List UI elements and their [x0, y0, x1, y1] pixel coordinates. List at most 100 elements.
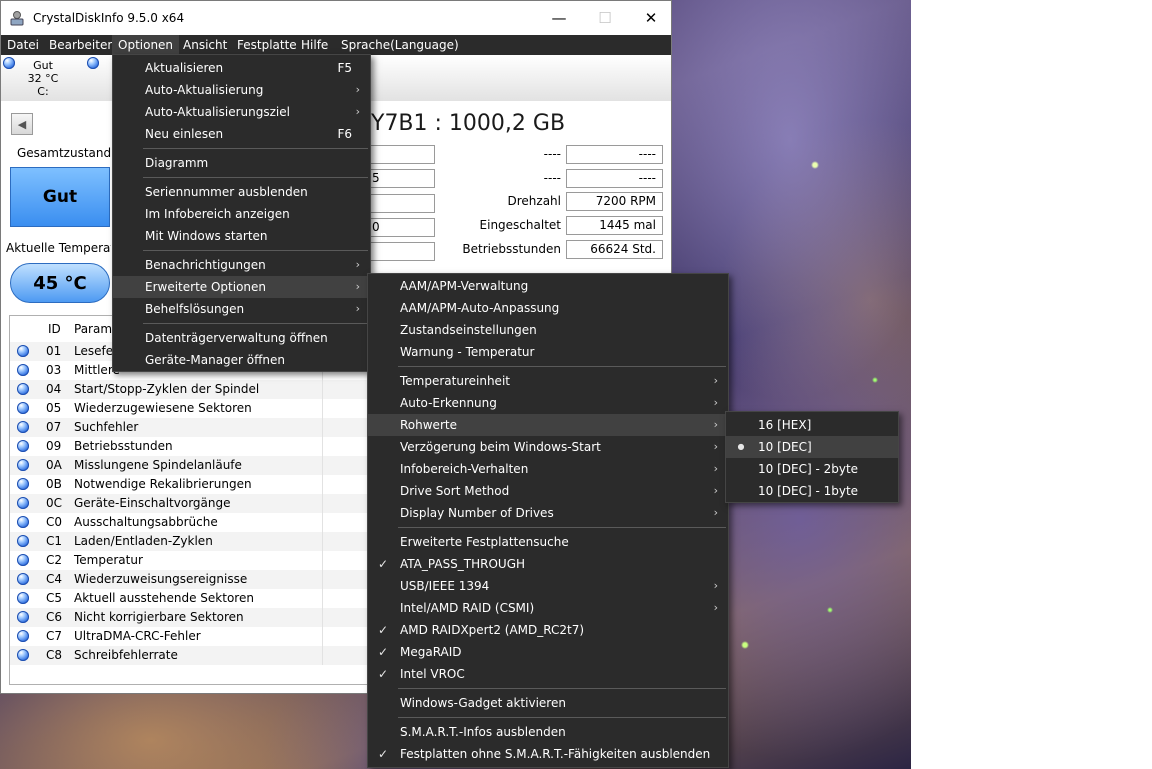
temperature-badge[interactable]: 45 °C [10, 263, 110, 303]
erweitert-menu-item[interactable]: AAM/APM-Auto-Anpassung [368, 297, 728, 319]
table-row[interactable]: C7 UltraDMA-CRC-Fehler [10, 627, 368, 646]
table-row[interactable]: C2 Temperatur [10, 551, 368, 570]
erweitert-menu-item[interactable]: ✓ AMD RAIDXpert2 (AMD_RC2t7) [368, 619, 728, 641]
menu-item-label: AMD RAIDXpert2 (AMD_RC2t7) [400, 623, 585, 637]
previous-drive-button[interactable]: ◀ [11, 113, 33, 135]
rohwerte-menu-item[interactable]: 10 [DEC] - 2byte [726, 458, 898, 480]
erweitert-menu-item[interactable]: AAM/APM-Verwaltung [368, 275, 728, 297]
erweitert-menu-item[interactable]: Infobereich-Verhalten › [368, 458, 728, 480]
erweitert-menu-item[interactable]: Verzögerung beim Windows-Start › [368, 436, 728, 458]
column-divider [322, 570, 323, 589]
attribute-id: 05 [46, 401, 62, 415]
submenu-arrow-icon: › [713, 440, 718, 453]
menu-hilfe[interactable]: Hilfe [295, 35, 334, 55]
table-row[interactable]: C6 Nicht korrigierbare Sektoren [10, 608, 368, 627]
info-label: Betriebsstunden [462, 242, 561, 256]
table-row[interactable]: C1 Laden/Entladen-Zyklen [10, 532, 368, 551]
erweitert-menu-item[interactable]: Temperatureinheit › [368, 370, 728, 392]
erweitert-menu-item[interactable]: Zustandseinstellungen [368, 319, 728, 341]
status-dot-icon [17, 611, 29, 623]
menu-item-label: Windows-Gadget aktivieren [400, 696, 566, 710]
attribute-name: Start/Stopp-Zyklen der Spindel [74, 382, 260, 396]
optionen-menu-item[interactable]: Seriennummer ausblenden [113, 181, 370, 203]
table-row[interactable]: 07 Suchfehler [10, 418, 368, 437]
erweitert-menu-item[interactable]: Intel/AMD RAID (CSMI) › [368, 597, 728, 619]
column-divider [322, 551, 323, 570]
table-row[interactable]: 09 Betriebsstunden [10, 437, 368, 456]
erweitert-menu-item[interactable]: Erweiterte Festplattensuche [368, 531, 728, 553]
table-row[interactable]: C8 Schreibfehlerrate [10, 646, 368, 665]
status-dot-icon [17, 630, 29, 642]
table-row[interactable]: 0B Notwendige Rekalibrierungen [10, 475, 368, 494]
health-status-badge[interactable]: Gut [10, 167, 110, 227]
status-dot-icon [17, 554, 29, 566]
power-on-hours-value: 66624 Std. [566, 240, 663, 259]
optionen-menu-item[interactable]: Diagramm [113, 152, 370, 174]
erweitert-menu-item[interactable]: Windows-Gadget aktivieren [368, 692, 728, 714]
menu-ansicht[interactable]: Ansicht [177, 35, 233, 55]
erweitert-menu-item[interactable]: Auto-Erkennung › [368, 392, 728, 414]
menu-bearbeiten[interactable]: Bearbeiten [43, 35, 121, 55]
table-row[interactable]: 0C Geräte-Einschaltvorgänge [10, 494, 368, 513]
column-id[interactable]: ID [48, 322, 61, 336]
table-row[interactable]: 0A Misslungene Spindelanläufe [10, 456, 368, 475]
optionen-menu-item[interactable]: Benachrichtigungen › [113, 254, 370, 276]
attribute-name: Nicht korrigierbare Sektoren [74, 610, 244, 624]
menu-separator [143, 177, 368, 178]
drive-tab-c[interactable]: Gut 32 °C C: [1, 55, 85, 101]
column-divider [322, 399, 323, 418]
erweitert-menu-item[interactable]: USB/IEEE 1394 › [368, 575, 728, 597]
optionen-menu-item[interactable]: Auto-Aktualisierungsziel › [113, 101, 370, 123]
erweiterte-optionen-menu: AAM/APM-Verwaltung AAM/APM-Auto-Anpassung… [367, 273, 729, 768]
erweitert-menu-item[interactable]: Rohwerte › [368, 414, 728, 436]
attribute-id: C0 [46, 515, 63, 529]
erweitert-menu-item[interactable]: ✓ ATA_PASS_THROUGH [368, 553, 728, 575]
optionen-menu-item[interactable]: Auto-Aktualisierung › [113, 79, 370, 101]
rohwerte-menu-item[interactable]: 16 [HEX] [726, 414, 898, 436]
maximize-button[interactable]: ☐ [582, 1, 628, 35]
info-row: ---- [441, 169, 561, 188]
rohwerte-menu-item[interactable]: ● 10 [DEC] [726, 436, 898, 458]
status-dot-icon [3, 57, 15, 69]
optionen-menu-item[interactable]: Im Infobereich anzeigen [113, 203, 370, 225]
submenu-arrow-icon: › [713, 418, 718, 431]
erweitert-menu-item[interactable]: S.M.A.R.T.-Infos ausblenden [368, 721, 728, 743]
table-row[interactable]: C5 Aktuell ausstehende Sektoren [10, 589, 368, 608]
menu-item-label: Seriennummer ausblenden [145, 185, 308, 199]
submenu-arrow-icon: › [355, 83, 360, 96]
erweitert-menu-item[interactable]: Warnung - Temperatur [368, 341, 728, 363]
menu-festplatte[interactable]: Festplatte [231, 35, 303, 55]
attribute-id: C7 [46, 629, 63, 643]
menu-shortcut: F5 [337, 61, 352, 75]
menu-optionen[interactable]: Optionen [112, 35, 180, 55]
rohwerte-menu-item[interactable]: 10 [DEC] - 1byte [726, 480, 898, 502]
submenu-arrow-icon: › [355, 302, 360, 315]
optionen-menu-item[interactable]: Neu einlesen F6 [113, 123, 370, 145]
erweitert-menu-item[interactable]: ✓ Intel VROC [368, 663, 728, 685]
close-button[interactable]: ✕ [628, 1, 674, 35]
erweitert-menu-item[interactable]: ✓ MegaRAID [368, 641, 728, 663]
table-row[interactable]: 04 Start/Stopp-Zyklen der Spindel [10, 380, 368, 399]
menu-sprache[interactable]: Sprache(Language) [335, 35, 465, 55]
submenu-arrow-icon: › [355, 105, 360, 118]
table-row[interactable]: 05 Wiederzugewiesene Sektoren [10, 399, 368, 418]
menu-separator [398, 717, 726, 718]
optionen-menu-item[interactable]: Geräte-Manager öffnen [113, 349, 370, 371]
erweitert-menu-item[interactable]: Display Number of Drives › [368, 502, 728, 524]
erweitert-menu-item[interactable]: ✓ Festplatten ohne S.M.A.R.T.-Fähigkeiten… [368, 743, 728, 765]
minimize-button[interactable]: — [536, 1, 582, 35]
optionen-menu-item[interactable]: Aktualisieren F5 [113, 57, 370, 79]
optionen-menu-item[interactable]: Mit Windows starten [113, 225, 370, 247]
erweitert-menu-item[interactable]: Drive Sort Method › [368, 480, 728, 502]
menu-item-label: Auto-Erkennung [400, 396, 497, 410]
optionen-menu-item[interactable]: Behelfslösungen › [113, 298, 370, 320]
menu-item-label: AAM/APM-Auto-Anpassung [400, 301, 560, 315]
optionen-menu-item[interactable]: Erweiterte Optionen › [113, 276, 370, 298]
table-row[interactable]: C0 Ausschaltungsabbrüche [10, 513, 368, 532]
attribute-name: Misslungene Spindelanläufe [74, 458, 242, 472]
attribute-id: C4 [46, 572, 63, 586]
menu-datei[interactable]: Datei [1, 35, 45, 55]
optionen-menu-item[interactable]: Datenträgerverwaltung öffnen [113, 327, 370, 349]
menu-item-label: Datenträgerverwaltung öffnen [145, 331, 328, 345]
table-row[interactable]: C4 Wiederzuweisungsereignisse [10, 570, 368, 589]
